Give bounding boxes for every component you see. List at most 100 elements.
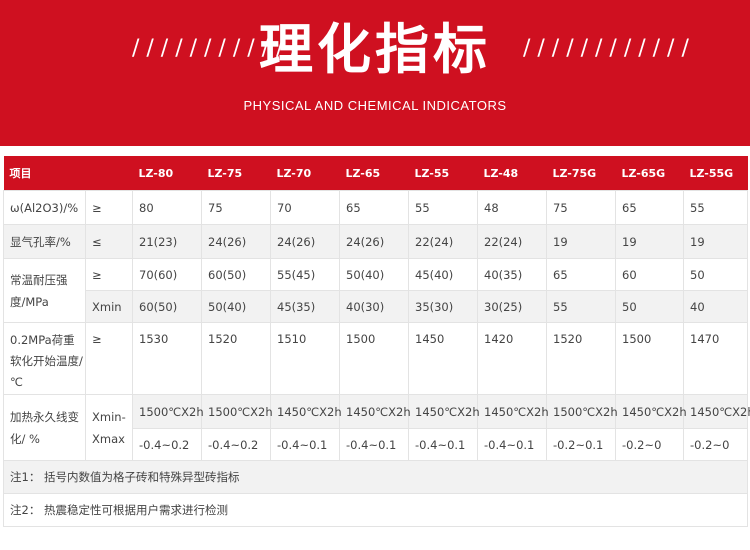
- table-cell: 75: [201, 190, 271, 225]
- row-operator: Xmin-Xmax: [85, 394, 133, 461]
- table-cell: 50: [683, 258, 748, 291]
- table-cell: 1500: [615, 322, 684, 395]
- row-label: ω(Al2O3)/%: [3, 190, 86, 225]
- table-cell: 1530: [132, 322, 202, 395]
- header-cell-lz65: LZ-65: [339, 156, 409, 191]
- table-cell: 75: [546, 190, 616, 225]
- table-cell: 1520: [546, 322, 616, 395]
- table-note-row: 注1： 括号内数值为格子砖和特殊异型砖指标: [3, 460, 748, 494]
- row-operator: ≥: [85, 190, 133, 225]
- table-cell: 40(30): [339, 290, 409, 323]
- table-cell: 1450℃X2h: [408, 394, 480, 429]
- row-label: 显气孔率/%: [3, 224, 86, 259]
- header-banner: / / / / / / / / / / / / 理化指标 / / / / / /…: [0, 0, 750, 146]
- table-cell: 22(24): [408, 224, 478, 259]
- table-cell: 70: [270, 190, 340, 225]
- table-cell: 65: [546, 258, 616, 291]
- table-cell: 35(30): [408, 290, 478, 323]
- header-cell-lz75: LZ-75: [201, 156, 271, 191]
- table-cell: -0.4~0.1: [270, 428, 340, 461]
- header-cell-lz48: LZ-48: [477, 156, 547, 191]
- table-cell: 50(40): [339, 258, 409, 291]
- header-cell-item: 项目: [3, 156, 86, 191]
- table-cell: -0.4~0.1: [408, 428, 478, 461]
- table-cell: -0.2~0.1: [546, 428, 616, 461]
- decorative-slashes-right: / / / / / / / / / / / /: [523, 36, 689, 61]
- header-cell-lz80: LZ-80: [132, 156, 202, 191]
- table-cell: 1500℃X2h: [546, 394, 618, 429]
- table-cell: 1450℃X2h: [339, 394, 411, 429]
- note-2: 注2： 热震稳定性可根据用户需求进行检测: [3, 493, 748, 527]
- table-row: 显气孔率/% ≤ 21(23) 24(26) 24(26) 24(26) 22(…: [3, 224, 748, 259]
- row-operator: ≥: [85, 258, 133, 291]
- table-cell: 60: [615, 258, 684, 291]
- table-cell: -0.4~0.2: [132, 428, 202, 461]
- table-note-row: 注2： 热震稳定性可根据用户需求进行检测: [3, 493, 748, 527]
- table-cell: 19: [615, 224, 684, 259]
- table-header-row: 项目 LZ-80 LZ-75 LZ-70 LZ-65 LZ-55 LZ-48 L…: [3, 156, 748, 191]
- table-cell: 55(45): [270, 258, 340, 291]
- header-cell-blank: [85, 156, 133, 191]
- row-label: 常温耐压强度/MPa: [3, 258, 86, 323]
- table-cell: 1500: [339, 322, 409, 395]
- table-cell: 60(50): [201, 258, 271, 291]
- table-cell: 24(26): [339, 224, 409, 259]
- table-cell: 24(26): [201, 224, 271, 259]
- table-cell: -0.2~0: [615, 428, 684, 461]
- table-row: ω(Al2O3)/% ≥ 80 75 70 65 55 48 75 65 55: [3, 190, 748, 225]
- table-cell: 70(60): [132, 258, 202, 291]
- table-row: Xmin 60(50) 50(40) 45(35) 40(30) 35(30) …: [4, 290, 748, 323]
- header-cell-lz75g: LZ-75G: [546, 156, 616, 191]
- row-operator: ≤: [85, 224, 133, 259]
- table-cell: 19: [683, 224, 748, 259]
- row-operator: ≥: [85, 322, 133, 395]
- table-row: 常温耐压强度/MPa ≥ 70(60) 60(50) 55(45) 50(40)…: [3, 258, 748, 323]
- table-cell: 1470: [683, 322, 748, 395]
- table-cell: 1510: [270, 322, 340, 395]
- table-cell: 22(24): [477, 224, 547, 259]
- table-cell: 50: [615, 290, 684, 323]
- table-cell: 40: [683, 290, 748, 323]
- table-cell: 55: [683, 190, 748, 225]
- table-cell: 55: [408, 190, 478, 225]
- table-cell: -0.2~0: [683, 428, 748, 461]
- table-cell: 55: [546, 290, 616, 323]
- table-cell: 24(26): [270, 224, 340, 259]
- table-row: 0.2MPa荷重软化开始温度/ ℃ ≥ 1530 1520 1510 1500 …: [3, 322, 748, 395]
- header-cell-lz70: LZ-70: [270, 156, 340, 191]
- table-cell: 1520: [201, 322, 271, 395]
- table-cell: 1450℃X2h: [615, 394, 687, 429]
- table-cell: 48: [477, 190, 547, 225]
- table-cell: 60(50): [132, 290, 202, 323]
- table-cell: -0.4~0.1: [339, 428, 409, 461]
- table-cell: -0.4~0.2: [201, 428, 271, 461]
- header-cell-lz65g: LZ-65G: [615, 156, 684, 191]
- table-cell: 1420: [477, 322, 547, 395]
- table-cell: 80: [132, 190, 202, 225]
- table-cell: 1450℃X2h: [683, 394, 750, 429]
- table-cell: -0.4~0.1: [477, 428, 547, 461]
- page-subtitle: PHYSICAL AND CHEMICAL INDICATORS: [243, 98, 507, 113]
- table-cell: 65: [615, 190, 684, 225]
- table-cell: 40(35): [477, 258, 547, 291]
- table-cell: 50(40): [201, 290, 271, 323]
- header-cell-lz55: LZ-55: [408, 156, 478, 191]
- table-cell: 1500℃X2h: [132, 394, 204, 429]
- row-operator: Xmin: [85, 290, 133, 323]
- spec-table: 项目 LZ-80 LZ-75 LZ-70 LZ-65 LZ-55 LZ-48 L…: [3, 156, 750, 527]
- table-cell: 19: [546, 224, 616, 259]
- row-label: 加热永久线变化/ %: [3, 394, 86, 461]
- header-cell-lz55g: LZ-55G: [683, 156, 748, 191]
- table-cell: 1500℃X2h: [201, 394, 273, 429]
- table-row: 加热永久线变化/ % Xmin-Xmax 1500℃X2h 1500℃X2h 1…: [3, 394, 750, 461]
- table-cell: 45(35): [270, 290, 340, 323]
- table-cell: 65: [339, 190, 409, 225]
- table-cell: 1450: [408, 322, 478, 395]
- table-cell: 1450℃X2h: [477, 394, 549, 429]
- table-cell: 45(40): [408, 258, 478, 291]
- note-1: 注1： 括号内数值为格子砖和特殊异型砖指标: [3, 460, 748, 494]
- table-cell: 21(23): [132, 224, 202, 259]
- table-cell: 1450℃X2h: [270, 394, 342, 429]
- table-cell: 30(25): [477, 290, 547, 323]
- row-label: 0.2MPa荷重软化开始温度/ ℃: [3, 322, 86, 395]
